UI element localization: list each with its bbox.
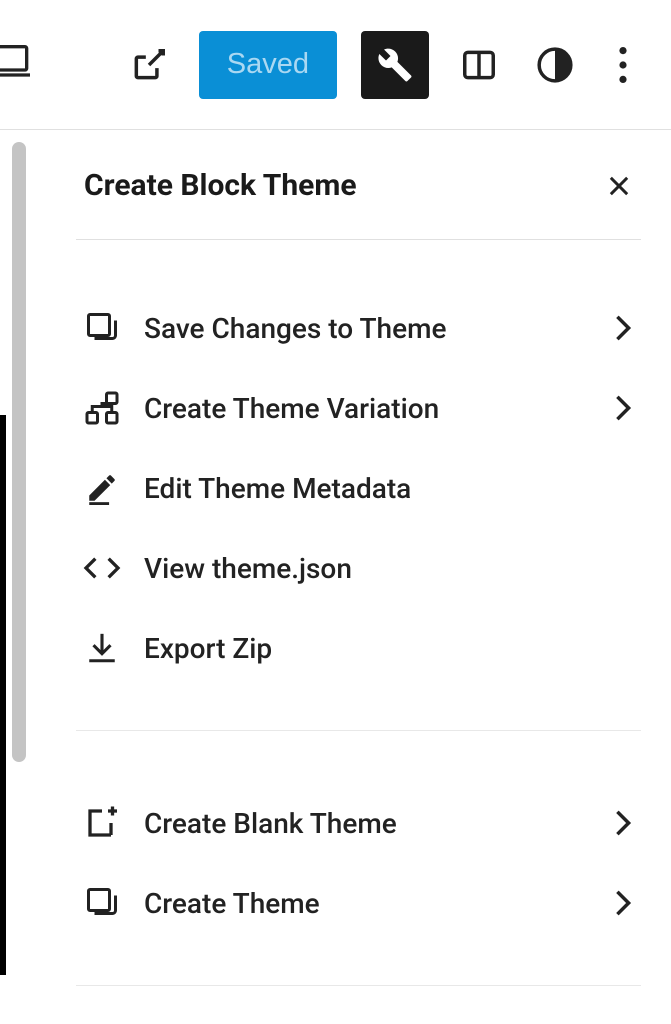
tools-button[interactable]: [361, 31, 429, 99]
saved-button[interactable]: Saved: [199, 31, 337, 99]
save-changes-to-theme[interactable]: Save Changes to Theme: [76, 288, 641, 368]
panel-header: Create Block Theme: [76, 130, 641, 240]
menu-label: View theme.json: [144, 552, 633, 585]
scrollbar[interactable]: [12, 142, 26, 762]
editor-edge: [0, 415, 6, 975]
menu-label: Edit Theme Metadata: [144, 472, 633, 505]
external-link-button[interactable]: [123, 39, 175, 91]
chevron-right-icon: [613, 809, 633, 837]
top-toolbar: Saved: [0, 0, 671, 130]
styles-button[interactable]: [529, 39, 581, 91]
panel-title: Create Block Theme: [84, 168, 357, 203]
device-preview-icon[interactable]: [0, 40, 30, 80]
menu-label: Create Blank Theme: [144, 807, 613, 840]
chevron-right-icon: [613, 394, 633, 422]
copy-icon: [80, 308, 124, 348]
create-blank-theme[interactable]: Create Blank Theme: [76, 783, 641, 863]
saved-button-label: Saved: [227, 48, 309, 81]
menu-label: Create Theme Variation: [144, 392, 613, 425]
create-new-icon: [80, 803, 124, 843]
download-icon: [80, 628, 124, 668]
copy-icon: [80, 883, 124, 923]
view-theme-json[interactable]: View theme.json: [76, 528, 641, 608]
menu-section-2: Create Blank Theme Create Theme: [76, 731, 641, 986]
branch-icon: [80, 388, 124, 428]
chevron-right-icon: [613, 314, 633, 342]
menu-section-1: Save Changes to Theme Create The: [76, 240, 641, 731]
menu-label: Save Changes to Theme: [144, 312, 613, 345]
edit-theme-metadata[interactable]: Edit Theme Metadata: [76, 448, 641, 528]
create-theme[interactable]: Create Theme: [76, 863, 641, 943]
menu-label: Export Zip: [144, 632, 633, 665]
pencil-icon: [80, 468, 124, 508]
menu-label: Create Theme: [144, 887, 613, 920]
code-icon: [80, 548, 124, 588]
sidebar-toggle-button[interactable]: [453, 39, 505, 91]
export-zip[interactable]: Export Zip: [76, 608, 641, 688]
create-theme-variation[interactable]: Create Theme Variation: [76, 368, 641, 448]
close-button[interactable]: [605, 172, 633, 200]
more-options-button[interactable]: [605, 39, 641, 91]
chevron-right-icon: [613, 889, 633, 917]
create-block-theme-panel: Create Block Theme Save Changes to Theme: [34, 130, 671, 1024]
